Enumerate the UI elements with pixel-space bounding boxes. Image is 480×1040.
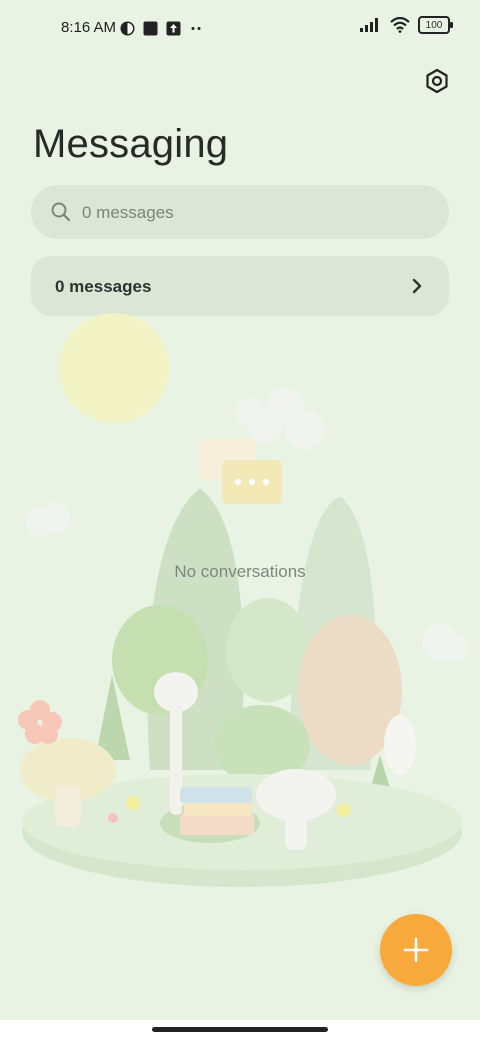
notification-icons — [120, 18, 204, 38]
search-input[interactable] — [82, 201, 412, 225]
status-time: 8:16 AM — [61, 19, 117, 36]
flowers-shape — [18, 700, 62, 744]
system-icons: 100 — [360, 16, 453, 34]
settings-button[interactable] — [422, 66, 452, 96]
battery-level: 100 — [425, 19, 443, 31]
more-notifications-icon — [191, 26, 201, 30]
gear-icon — [426, 68, 448, 94]
chevron-right-icon — [412, 278, 422, 294]
trees-shape — [95, 488, 402, 808]
sun-shape — [59, 313, 169, 423]
new-conversation-button[interactable] — [380, 914, 452, 986]
page-title: Messaging — [33, 122, 229, 166]
books-shape — [180, 787, 254, 835]
battery-icon: 100 — [418, 16, 453, 34]
signal-icon — [360, 18, 378, 32]
vpn-icon — [120, 21, 135, 35]
home-indicator[interactable] — [152, 1027, 328, 1032]
search-icon — [51, 202, 71, 222]
empty-state-illustration — [18, 313, 469, 887]
wifi-icon — [390, 17, 410, 33]
messages-summary-label: 0 messages — [55, 277, 152, 296]
empty-state-text: No conversations — [174, 562, 306, 581]
plus-icon — [403, 937, 429, 963]
upload-icon — [166, 21, 181, 35]
app-notification-icon — [143, 21, 158, 35]
status-bar: 8:16 AM 100 — [0, 0, 480, 56]
